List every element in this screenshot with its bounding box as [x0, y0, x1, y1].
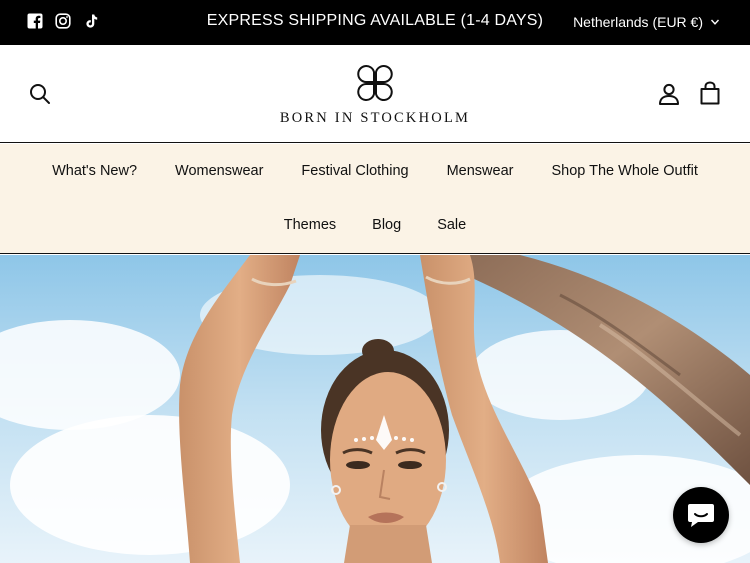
nav-item-whats-new[interactable]: What's New? — [52, 163, 137, 179]
nav-item-shop-the-whole-outfit[interactable]: Shop The Whole Outfit — [551, 163, 697, 179]
bag-icon[interactable] — [699, 81, 721, 105]
brand-name: BORN IN STOCKHOLM — [279, 110, 471, 126]
currency-label: Netherlands (EUR €) — [573, 14, 703, 30]
hero-photo — [0, 255, 750, 563]
hero-banner-image[interactable] — [0, 255, 750, 563]
search-icon[interactable] — [28, 82, 52, 106]
main-navigation: What's New? Womenswear Festival Clothing… — [0, 144, 750, 254]
social-links — [27, 13, 99, 29]
clover-logo-icon — [357, 65, 393, 101]
announcement-bar: EXPRESS SHIPPING AVAILABLE (1-4 DAYS) Ne… — [0, 0, 750, 45]
currency-selector[interactable]: Netherlands (EUR €) — [573, 14, 720, 30]
account-icon[interactable] — [657, 82, 681, 106]
site-header: BORN IN STOCKHOLM — [0, 45, 750, 143]
nav-item-menswear[interactable]: Menswear — [447, 163, 514, 179]
nav-item-festival-clothing[interactable]: Festival Clothing — [301, 163, 408, 179]
nav-item-blog[interactable]: Blog — [372, 217, 401, 233]
nav-row-primary: What's New? Womenswear Festival Clothing… — [0, 163, 750, 179]
brand-logo[interactable]: BORN IN STOCKHOLM — [270, 63, 480, 127]
chat-bubble-icon — [688, 504, 714, 527]
tiktok-icon[interactable] — [83, 13, 99, 29]
nav-item-sale[interactable]: Sale — [437, 217, 466, 233]
nav-item-womenswear[interactable]: Womenswear — [175, 163, 263, 179]
chat-button[interactable] — [673, 487, 729, 543]
facebook-icon[interactable] — [27, 13, 43, 29]
nav-item-themes[interactable]: Themes — [284, 217, 336, 233]
instagram-icon[interactable] — [55, 13, 71, 29]
chevron-down-icon — [710, 19, 720, 25]
nav-row-secondary: Themes Blog Sale — [0, 217, 750, 233]
